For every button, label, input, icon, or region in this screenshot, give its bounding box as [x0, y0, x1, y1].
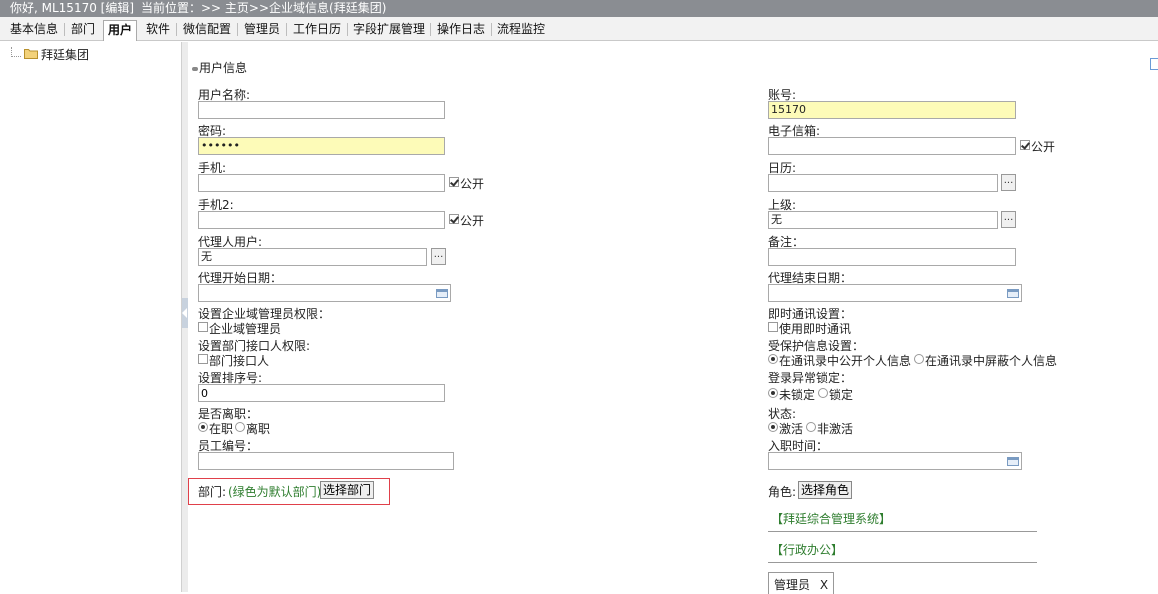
- role-system-heading: 【拜廷综合管理系统】: [771, 512, 892, 526]
- calendar-icon[interactable]: [1007, 289, 1019, 298]
- resigned-radio[interactable]: [235, 422, 245, 432]
- divider: [768, 562, 1037, 563]
- mobile-public-label: 公开: [460, 177, 485, 191]
- dept-interface-option-label: 部门接口人: [209, 354, 270, 368]
- privacy-hidden-label: 在通讯录中屏蔽个人信息: [925, 354, 1058, 368]
- superior-input[interactable]: 无: [768, 211, 998, 229]
- agent-end-date-input[interactable]: [768, 284, 1022, 302]
- folder-icon[interactable]: [24, 48, 38, 59]
- mobile-public-checkbox[interactable]: [449, 177, 459, 187]
- tree-node-root[interactable]: 拜廷集团: [41, 46, 89, 63]
- calendar-input[interactable]: [768, 174, 998, 192]
- inactive-label: 非激活: [817, 422, 854, 436]
- tab-separator: [176, 23, 177, 36]
- calendar-icon[interactable]: [436, 289, 448, 298]
- active-radio[interactable]: [768, 422, 778, 432]
- mobile-input[interactable]: [198, 174, 445, 192]
- role-system-heading: 【行政办公】: [771, 543, 844, 557]
- inactive-radio[interactable]: [806, 422, 816, 432]
- user-greeting[interactable]: 你好, ML15170 [编辑]: [10, 0, 134, 17]
- calendar-picker-button[interactable]: ...: [1001, 174, 1016, 191]
- tab-separator: [237, 23, 238, 36]
- unlocked-radio[interactable]: [768, 388, 778, 398]
- use-im-checkbox[interactable]: [768, 322, 778, 332]
- select-department-button[interactable]: 选择部门: [320, 481, 375, 499]
- privacy-public-radio[interactable]: [768, 354, 778, 364]
- email-public-label: 公开: [1031, 140, 1056, 154]
- hire-date-input[interactable]: [768, 452, 1022, 470]
- select-role-button[interactable]: 选择角色: [798, 481, 853, 499]
- mobile2-input[interactable]: [198, 211, 445, 229]
- divider: [768, 531, 1037, 532]
- role-tag: 管理员 X: [768, 572, 835, 594]
- department-hint: (绿色为默认部门): [228, 485, 322, 499]
- remark-input[interactable]: [768, 248, 1016, 266]
- agent-input[interactable]: 无: [198, 248, 427, 266]
- tab-users[interactable]: 用户: [103, 20, 137, 41]
- privacy-public-label: 在通讯录中公开个人信息: [779, 354, 912, 368]
- active-label: 激活: [779, 422, 804, 436]
- mobile2-public-label: 公开: [460, 214, 485, 228]
- role-label: 角色:: [768, 485, 797, 499]
- superior-picker-button[interactable]: ...: [1001, 211, 1016, 228]
- lock-label: 登录异常锁定：: [768, 371, 853, 385]
- tab-bar: 基本信息 部门 用户 软件 微信配置 管理员 工作日历 字段扩展管理 操作日志 …: [0, 17, 1158, 41]
- resigned-label: 离职: [246, 422, 271, 436]
- account-input[interactable]: 15170: [768, 101, 1016, 119]
- tab-work-calendar[interactable]: 工作日历: [290, 20, 344, 40]
- privacy-hidden-radio[interactable]: [914, 354, 924, 364]
- agent-picker-button[interactable]: ...: [431, 248, 446, 265]
- tab-separator: [286, 23, 287, 36]
- tab-separator: [491, 23, 492, 36]
- locked-label: 锁定: [829, 388, 854, 402]
- role-tag-label: 管理员: [774, 578, 811, 592]
- tab-wechat-config[interactable]: 微信配置: [180, 20, 234, 40]
- department-label: 部门:: [198, 485, 227, 499]
- section-title: 用户信息: [192, 59, 247, 76]
- tab-department[interactable]: 部门: [68, 20, 98, 40]
- tab-separator: [64, 23, 65, 36]
- mobile2-public-checkbox[interactable]: [449, 214, 459, 224]
- tab-separator: [430, 23, 431, 36]
- tree-connector: [11, 47, 21, 57]
- dept-interface-checkbox[interactable]: [198, 354, 208, 364]
- bullet-icon: [192, 66, 198, 71]
- sort-number-input[interactable]: [198, 384, 445, 402]
- tab-separator: [347, 23, 348, 36]
- user-form: 用户信息 用户名称: 密码: •••••• 手机: 公开 手机2: 公开 代理人…: [188, 42, 1158, 594]
- agent-start-date-input[interactable]: [198, 284, 451, 302]
- username-input[interactable]: [198, 101, 445, 119]
- employed-radio[interactable]: [198, 422, 208, 432]
- remove-role-button[interactable]: X: [820, 578, 828, 592]
- calendar-icon[interactable]: [1007, 457, 1019, 466]
- password-input[interactable]: ••••••: [198, 137, 445, 155]
- tab-process-monitor[interactable]: 流程监控: [494, 20, 548, 40]
- use-im-option-label: 使用即时通讯: [779, 322, 852, 336]
- breadcrumb: 当前位置：>> 主页>>企业域信息(拜廷集团): [141, 1, 387, 15]
- org-tree-pane: 拜廷集团: [0, 42, 182, 592]
- expand-icon[interactable]: [1150, 58, 1158, 70]
- domain-admin-option-label: 企业域管理员: [209, 322, 282, 336]
- tab-field-extension[interactable]: 字段扩展管理: [350, 20, 428, 40]
- top-bar: 你好, ML15170 [编辑] 当前位置：>> 主页>>企业域信息(拜廷集团): [0, 0, 1158, 17]
- employed-label: 在职: [209, 422, 234, 436]
- unlocked-label: 未锁定: [779, 388, 816, 402]
- locked-radio[interactable]: [818, 388, 828, 398]
- tab-admin[interactable]: 管理员: [241, 20, 283, 40]
- email-public-checkbox[interactable]: [1020, 140, 1030, 150]
- domain-admin-checkbox[interactable]: [198, 322, 208, 332]
- tab-basic-info[interactable]: 基本信息: [6, 20, 62, 40]
- employee-no-input[interactable]: [198, 452, 454, 470]
- tab-software[interactable]: 软件: [143, 20, 173, 40]
- email-input[interactable]: [768, 137, 1016, 155]
- tab-operation-log[interactable]: 操作日志: [434, 20, 488, 40]
